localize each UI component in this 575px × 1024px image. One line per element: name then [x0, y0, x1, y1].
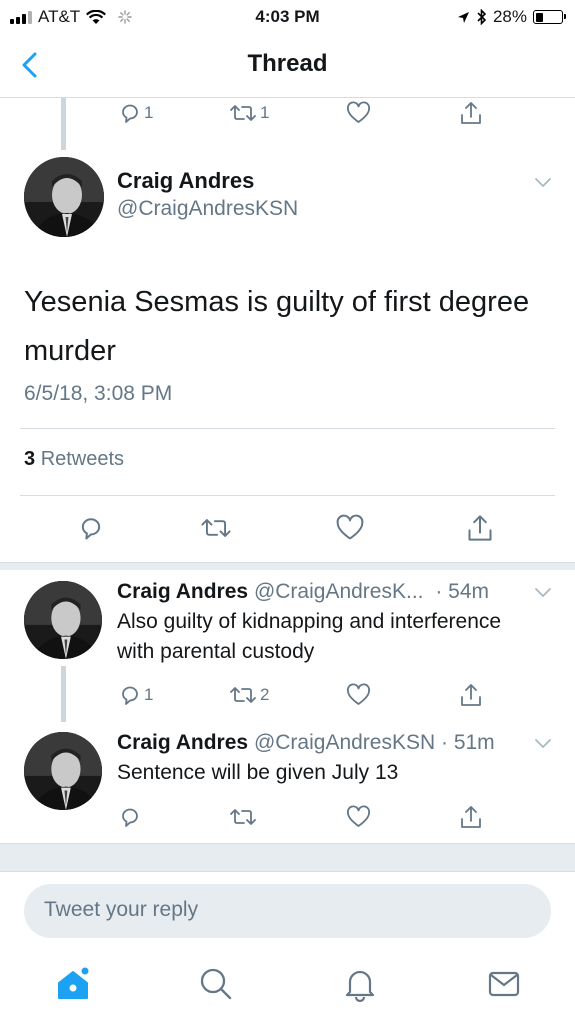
reply-action[interactable] — [77, 514, 105, 542]
avatar[interactable] — [24, 157, 104, 237]
heart-icon — [346, 683, 371, 705]
divider — [20, 495, 555, 496]
share-action[interactable] — [459, 804, 483, 830]
chevron-down-icon[interactable] — [533, 586, 553, 600]
retweet-total: 3 — [24, 448, 36, 470]
thread-connector-line — [61, 666, 66, 722]
author-handle[interactable]: @CraigAndresKSN — [117, 197, 298, 221]
reply-count: 1 — [144, 685, 154, 704]
author-handle: @CraigAndresK... — [253, 580, 424, 603]
author-name: Craig Andres — [117, 580, 249, 603]
thread-connector-line — [61, 98, 66, 150]
status-bar: AT&T 4:03 PM 28% — [0, 0, 575, 34]
tweet-age: · 54m — [435, 580, 490, 603]
share-icon — [468, 515, 492, 541]
reply-header[interactable]: Craig Andres @CraigAndresK... · 54m — [117, 580, 489, 604]
chevron-down-icon[interactable] — [533, 737, 553, 751]
tweet-text: Sentence will be given July 13 — [117, 761, 399, 784]
reply-action[interactable]: 1 — [118, 683, 153, 707]
tab-bar — [0, 950, 575, 1024]
heart-icon — [346, 805, 371, 827]
bluetooth-icon — [477, 9, 487, 25]
reply-icon — [122, 686, 138, 705]
share-icon — [461, 806, 481, 828]
tweet-age: · 51m — [441, 731, 495, 754]
reply-icon — [81, 518, 101, 540]
divider — [20, 428, 555, 429]
like-action[interactable] — [335, 514, 365, 542]
reply-icon — [122, 808, 138, 827]
retweet-count: 1 — [260, 103, 270, 122]
heart-icon — [336, 514, 364, 540]
avatar[interactable] — [24, 581, 102, 659]
reply-action[interactable] — [118, 805, 144, 829]
messages-icon[interactable] — [486, 966, 522, 1002]
reply-action[interactable]: 1 — [118, 101, 153, 125]
retweet-icon — [201, 519, 231, 537]
share-action[interactable] — [459, 682, 483, 708]
like-action[interactable] — [346, 101, 371, 125]
battery-fill — [535, 12, 543, 22]
retweet-count: 2 — [260, 685, 270, 704]
share-action[interactable] — [466, 512, 494, 544]
author-name[interactable]: Craig Andres — [117, 168, 254, 194]
divider — [0, 562, 575, 563]
chevron-down-icon[interactable] — [533, 176, 553, 190]
divider — [0, 871, 575, 872]
retweet-action[interactable] — [228, 805, 260, 829]
retweet-label: Retweets — [40, 448, 125, 470]
location-arrow-icon — [457, 11, 469, 23]
reply-compose-field[interactable]: Tweet your reply — [24, 884, 551, 938]
share-action[interactable] — [459, 100, 483, 126]
retweet-action[interactable]: 2 — [228, 683, 269, 707]
reply-header[interactable]: Craig Andres @CraigAndresKSN · 51m — [117, 731, 495, 755]
author-handle: @CraigAndresKSN — [253, 731, 436, 754]
share-icon — [461, 102, 481, 124]
navigation-bar: Thread — [0, 34, 575, 98]
home-icon[interactable] — [54, 966, 92, 1004]
tweet-timestamp: 6/5/18, 3:08 PM — [24, 382, 173, 405]
like-action[interactable] — [346, 805, 371, 829]
retweet-action[interactable]: 1 — [228, 101, 269, 125]
tweet-text: Yesenia Sesmas is guilty of first degree… — [24, 286, 530, 367]
retweet-stats[interactable]: 3 Retweets — [24, 448, 124, 471]
thread-end-separator — [0, 843, 575, 871]
retweet-action[interactable] — [199, 514, 233, 542]
compose-placeholder: Tweet your reply — [44, 898, 199, 921]
notifications-icon[interactable] — [342, 966, 378, 1002]
tweet-text: Also guilty of kidnapping and interferen… — [117, 610, 502, 663]
author-name: Craig Andres — [117, 731, 249, 754]
retweet-icon — [230, 687, 256, 703]
heart-icon — [346, 101, 371, 123]
retweet-icon — [230, 105, 256, 121]
status-right: 28% — [457, 7, 566, 27]
share-icon — [461, 684, 481, 706]
section-separator — [0, 562, 575, 570]
like-action[interactable] — [346, 683, 371, 707]
battery-percentage: 28% — [492, 7, 527, 26]
search-icon[interactable] — [198, 966, 234, 1002]
battery-icon — [533, 10, 566, 24]
page-title: Thread — [247, 50, 328, 77]
reply-icon — [122, 104, 138, 123]
reply-count: 1 — [144, 103, 154, 122]
retweet-icon — [230, 809, 256, 825]
avatar[interactable] — [24, 732, 102, 810]
divider — [0, 843, 575, 844]
